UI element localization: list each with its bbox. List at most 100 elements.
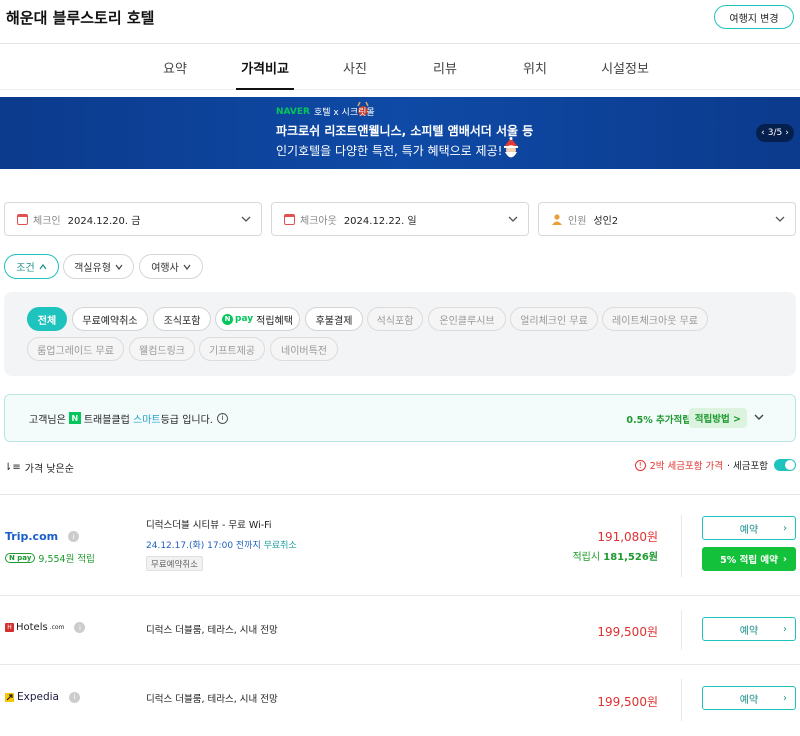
pill-npay-reward[interactable]: Npay 적립혜택 [215, 307, 300, 331]
vendor-hotels: H Hotels .com i [5, 622, 86, 633]
guests-value: 성인2 [593, 215, 619, 227]
tab-summary[interactable]: 요약 [130, 44, 220, 90]
pill-dinner[interactable]: 석식포함 [367, 307, 423, 331]
price: 199,500원 [597, 695, 658, 709]
reward-book-button[interactable]: 5% 적립 예약 › [702, 547, 796, 571]
agency-filter-button[interactable]: 여행사 [139, 254, 203, 279]
info-icon[interactable]: i [216, 412, 228, 424]
change-destination-button[interactable]: 여행지 변경 [714, 5, 794, 29]
divider [681, 515, 682, 577]
sort-label[interactable]: 가격 낮은순 [25, 460, 74, 475]
chevron-down-icon [241, 216, 251, 222]
chevron-right-icon: › [783, 692, 787, 704]
vendor-expedia: Expedia i [5, 691, 80, 703]
tax-include-toggle[interactable] [774, 459, 796, 471]
naver-logo: NAVER [276, 106, 310, 117]
room-name: 디럭스 더블룸, 테라스, 시내 전망 [146, 694, 278, 705]
banner-headline: 파크로쉬 리조트앤웰니스, 소피텔 앰배서더 서울 등 [276, 124, 534, 138]
cancel-date: 24.12.17.(화) 17:00 전까지 [146, 541, 261, 551]
book-button[interactable]: 예약 › [702, 686, 796, 710]
reward-price-value: 181,526원 [603, 552, 658, 563]
membership-box[interactable]: 고객님은 N 트래블클럽 스마트 등급 입니다. i 0.5% 추가적립 적립방… [4, 394, 796, 442]
divider [681, 610, 682, 650]
reward-price: 적립시 181,526원 [572, 548, 658, 563]
pill-welcome-drink[interactable]: 웰컴드링크 [129, 337, 195, 361]
chevron-down-icon [508, 216, 518, 222]
sort-bar: ⇂≡ 가격 낮은순 ! 2박 세금포함 가격 · 세금포함 [4, 458, 796, 476]
hotels-name: Hotels [16, 622, 48, 633]
room-type-filter-button[interactable]: 객실유형 [63, 254, 134, 279]
chevron-down-icon [115, 264, 123, 270]
banner-page-indicator: 3/5 [767, 128, 783, 138]
guests-field[interactable]: 인원 성인2 [538, 202, 796, 236]
pill-room-upgrade[interactable]: 룸업그레이드 무료 [27, 337, 124, 361]
banner-pager[interactable]: ‹ 3/5 › [756, 124, 794, 142]
vendor-trip: Trip.com i [5, 530, 80, 543]
reward-book-label: 5% 적립 예약 [720, 555, 778, 566]
pill-late-checkout[interactable]: 레이트체크아웃 무료 [602, 307, 708, 331]
pill-gift[interactable]: 기프트제공 [199, 337, 265, 361]
member-grade: 스마트 [133, 414, 161, 426]
pill-all-inclusive[interactable]: 온인클루시브 [428, 307, 506, 331]
npay-icon: Npay [222, 313, 253, 325]
expedia-logo: Expedia [5, 691, 59, 703]
banner-subline: 인기호텔을 다양한 특전, 특가 혜택으로 제공! [276, 144, 503, 158]
chevron-down-icon[interactable] [753, 411, 765, 423]
calendar-icon [284, 213, 295, 225]
pill-postpay[interactable]: 후불결제 [305, 307, 363, 331]
agency-label: 여행사 [151, 263, 179, 274]
warning-icon: ! [634, 459, 646, 471]
naver-n-icon: N [68, 412, 81, 424]
expedia-icon [5, 692, 14, 702]
tax-note: ! 2박 세금포함 가격 · 세금포함 [634, 458, 796, 472]
book-label: 예약 [739, 625, 759, 637]
santa-icon [504, 137, 518, 158]
hotels-logo: H Hotels .com [5, 622, 64, 633]
info-icon[interactable]: i [68, 531, 80, 542]
hotels-suffix: .com [49, 624, 65, 631]
cancel-policy: 24.12.17.(화) 17:00 전까지 무료취소 [146, 538, 297, 551]
checkin-field[interactable]: 체크인 2024.12.20. 금 [4, 202, 262, 236]
tab-facilities[interactable]: 시설정보 [580, 44, 670, 90]
pill-early-checkin[interactable]: 얼리체크인 무료 [510, 307, 598, 331]
free-cancel-tag: 무료예약취소 [146, 556, 203, 571]
pill-free-cancel[interactable]: 무료예약취소 [72, 307, 148, 331]
npay-reward-text: 9,554원 적립 [38, 554, 95, 565]
info-icon[interactable]: i [74, 622, 86, 633]
conditions-filter-button[interactable]: 조건 [4, 254, 59, 279]
pill-npay-reward-label: 적립혜택 [256, 315, 293, 327]
book-button[interactable]: 예약 › [702, 617, 796, 641]
pill-all[interactable]: 전체 [27, 307, 67, 331]
conditions-label: 조건 [16, 263, 35, 274]
reward-method-button[interactable]: 적립방법 > [688, 408, 747, 428]
tab-location[interactable]: 위치 [490, 44, 580, 90]
chevron-left-icon[interactable]: ‹ [761, 128, 765, 138]
reward-price-label: 적립시 [572, 552, 601, 563]
tab-price-compare[interactable]: 가격비교 [220, 44, 310, 90]
room-name: 디럭스 더블룸, 테라스, 시내 전망 [146, 625, 278, 636]
member-prefix: 고객님은 [29, 414, 66, 426]
tab-photos[interactable]: 사진 [310, 44, 400, 90]
room-type-label: 객실유형 [74, 263, 111, 274]
pill-naver-special[interactable]: 네이버특전 [270, 337, 338, 361]
npay-reward: N pay 9,554원 적립 [5, 551, 95, 565]
reward-rate: 0.5% 추가적립 [626, 415, 691, 426]
cancel-text: 무료취소 [263, 541, 297, 551]
offer-row: H Hotels .com i 디럭스 더블룸, 테라스, 시내 전망 199,5… [0, 596, 800, 664]
divider [681, 679, 682, 721]
chevron-right-icon[interactable]: › [785, 128, 789, 138]
promo-banner[interactable]: NAVER 호텔 x 시크릿몰 파크로쉬 리조트앤웰니스, 소피텔 앰배서더 서… [0, 97, 800, 169]
pill-breakfast[interactable]: 조식포함 [153, 307, 211, 331]
book-button[interactable]: 예약 › [702, 516, 796, 540]
checkout-field[interactable]: 체크아웃 2024.12.22. 일 [271, 202, 529, 236]
checkin-label: 체크인 [33, 215, 61, 227]
npay-icon: N pay [5, 553, 36, 563]
book-label: 예약 [739, 524, 759, 536]
tab-reviews[interactable]: 리뷰 [400, 44, 490, 90]
expedia-name: Expedia [17, 691, 59, 703]
info-icon[interactable]: i [69, 691, 80, 703]
chevron-right-icon: › [783, 623, 787, 635]
chevron-right-icon: › [782, 553, 787, 565]
banner-brand-text: 호텔 x 시크릿몰 [313, 108, 375, 118]
sort-icon[interactable]: ⇂≡ [4, 462, 21, 473]
